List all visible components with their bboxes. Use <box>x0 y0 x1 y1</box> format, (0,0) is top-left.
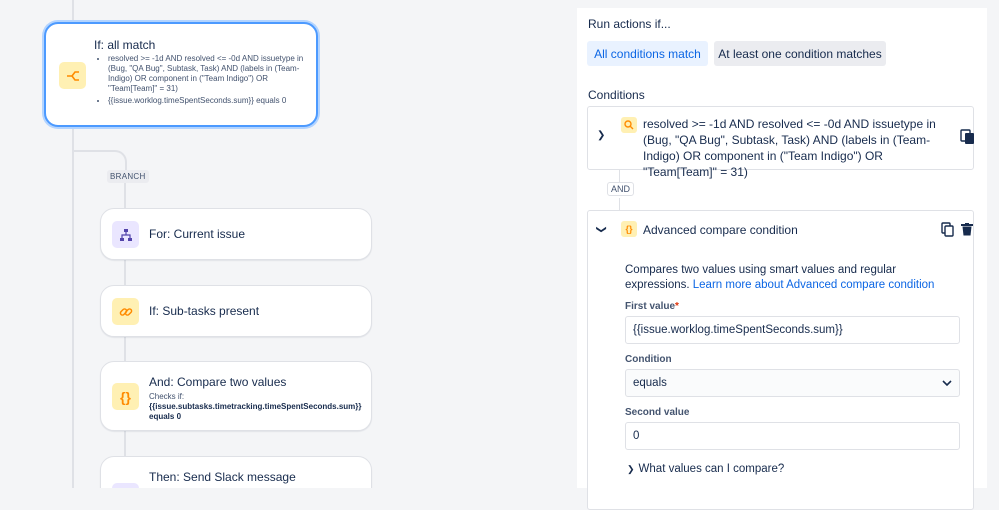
for-current-issue-card[interactable]: For: Current issue <box>100 208 372 260</box>
condition-select-value: equals <box>633 377 667 389</box>
run-actions-heading: Run actions if... <box>588 17 671 31</box>
card-title: If: Sub-tasks present <box>149 304 260 318</box>
condition-item: resolved >= -1d AND resolved <= -0d AND … <box>108 54 313 94</box>
jql-condition-row[interactable]: ❯ resolved >= -1d AND resolved <= -0d AN… <box>587 106 976 179</box>
if-all-match-card[interactable]: If: all match resolved >= -1d AND resolv… <box>44 22 318 127</box>
send-slack-message-card[interactable]: Then: Send Slack message <box>100 456 372 488</box>
slack-icon <box>112 483 139 488</box>
connector-line <box>619 170 620 182</box>
condition-label: Condition <box>625 354 672 365</box>
copy-icon[interactable] <box>941 222 954 242</box>
condition-config-panel: Run actions if... All conditions match A… <box>577 8 987 510</box>
second-value-input[interactable]: 0 <box>625 422 960 450</box>
and-label: AND <box>607 182 635 196</box>
compare-two-values-card[interactable]: {} And: Compare two values Checks if: {{… <box>100 361 372 431</box>
connector-line <box>619 198 620 210</box>
automation-canvas: If: all match resolved >= -1d AND resolv… <box>0 0 575 488</box>
card-title: For: Current issue <box>149 227 246 241</box>
condition-select[interactable]: equals <box>625 369 960 397</box>
second-value-label: Second value <box>625 407 690 418</box>
first-value-label: First value* <box>625 301 679 312</box>
all-conditions-match-button[interactable]: All conditions match <box>587 41 708 66</box>
link-icon <box>112 298 139 325</box>
connector-line <box>72 128 74 488</box>
jql-condition-text: resolved >= -1d AND resolved <= -0d AND … <box>643 117 936 179</box>
condition-item: {{issue.worklog.timeSpentSeconds.sum}} e… <box>108 96 313 106</box>
branch-icon <box>59 62 86 89</box>
card-title: And: Compare two values <box>149 375 287 389</box>
advanced-compare-title: Advanced compare condition <box>643 223 798 237</box>
checks-label: Checks if: <box>149 392 185 401</box>
sub-tasks-present-card[interactable]: If: Sub-tasks present <box>100 285 372 337</box>
branch-label: BRANCH <box>107 170 149 183</box>
connector-line <box>72 0 74 20</box>
chevron-down-icon <box>942 377 952 389</box>
first-value-input[interactable]: {{issue.worklog.timeSpentSeconds.sum}} <box>625 316 960 344</box>
trash-icon[interactable] <box>961 223 973 241</box>
card-title: If: all match <box>94 38 156 52</box>
copy-icon[interactable] <box>960 129 976 150</box>
checks-value: {{issue.subtasks.timetracking.timeSpentS… <box>149 402 362 421</box>
card-title: Then: Send Slack message <box>149 470 296 484</box>
hierarchy-icon <box>112 221 139 248</box>
curly-braces-icon: {} <box>621 221 637 237</box>
chevron-down-icon[interactable]: ❯ <box>596 225 607 233</box>
chevron-right-icon[interactable]: ❯ <box>597 130 605 141</box>
search-icon <box>621 117 637 133</box>
chevron-right-icon: ❯ <box>627 464 635 474</box>
condition-description: Compares two values using smart values a… <box>625 264 935 291</box>
learn-more-link[interactable]: Learn more about Advanced compare condit… <box>693 279 935 291</box>
at-least-one-condition-button[interactable]: At least one condition matches <box>714 41 886 66</box>
conditions-heading: Conditions <box>588 88 645 102</box>
curly-braces-icon: {} <box>112 383 139 410</box>
what-values-toggle[interactable]: ❯ What values can I compare? <box>627 463 784 475</box>
